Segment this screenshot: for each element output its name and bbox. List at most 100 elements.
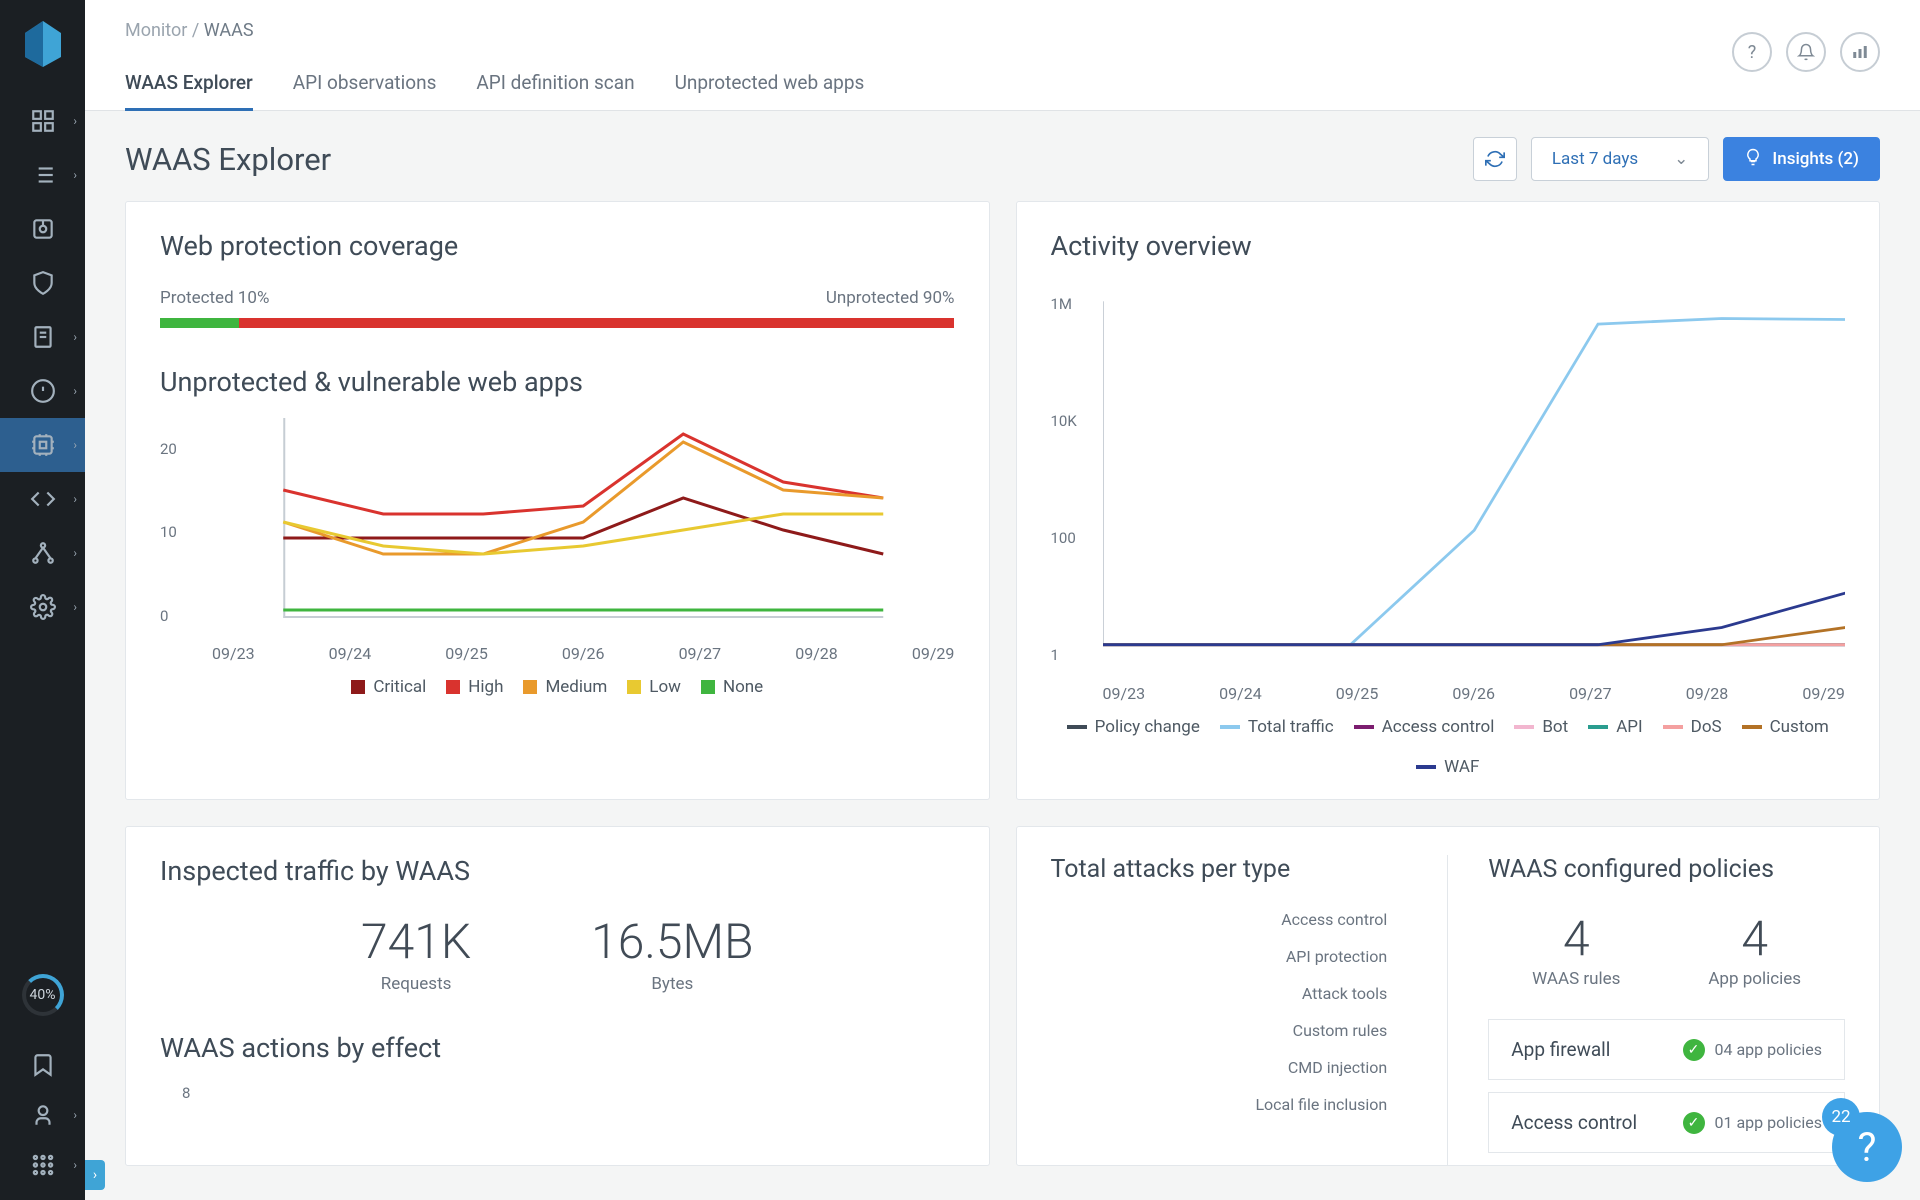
analytics-button[interactable] [1840,32,1880,72]
list-nav[interactable]: › [0,148,85,202]
check-icon: ✓ [1683,1039,1705,1061]
requests-label: Requests [361,974,471,994]
coverage-bar[interactable] [160,318,955,328]
legend-item[interactable]: None [701,677,763,697]
refresh-button[interactable] [1473,137,1517,181]
vuln-title: Unprotected & vulnerable web apps [160,366,955,398]
legend-item[interactable]: Critical [351,677,426,697]
policy-name: Access control [1511,1111,1637,1134]
legend-item[interactable]: Total traffic [1220,717,1334,737]
chevron-right-icon: › [73,168,77,182]
breadcrumb: Monitor / WAAS [125,20,1880,41]
policy-row[interactable]: App firewall ✓04 app policies [1488,1019,1845,1080]
compliance-nav[interactable]: › [0,310,85,364]
breadcrumb-current: WAAS [204,20,254,41]
activity-overview-card: Activity overview 1M 10K 100 1 09/2309/2… [1016,201,1881,800]
shield-icon [30,270,56,296]
help-button[interactable]: ? [1732,32,1772,72]
tab-api observations[interactable]: API observations [293,59,437,110]
x-tick: 09/29 [912,644,955,663]
legend-item[interactable]: WAF [1416,757,1479,777]
attack-category: CMD injection [1051,1058,1388,1077]
alert-nav[interactable]: › [0,364,85,418]
chevron-right-icon: › [73,600,77,614]
network-nav[interactable]: › [0,526,85,580]
insights-button[interactable]: Insights (2) [1723,137,1880,181]
chevron-right-icon: › [73,384,77,398]
chevron-right-icon: › [73,438,77,452]
activity-chart[interactable] [1103,288,1846,658]
code-icon [30,486,56,512]
legend-item[interactable]: Medium [523,677,607,697]
requests-count: 741K [361,913,471,970]
web-protection-card: Web protection coverage Protected 10% Un… [125,201,990,800]
card-title: Inspected traffic by WAAS [160,855,955,887]
legend-item[interactable]: Bot [1514,717,1568,737]
protected-label: Protected 10% [160,288,269,308]
runtime-nav[interactable]: › [0,418,85,472]
x-tick: 09/28 [1686,684,1729,703]
legend-item[interactable]: Custom [1742,717,1829,737]
shield-nav[interactable] [0,256,85,310]
legend-item[interactable]: Policy change [1067,717,1200,737]
check-icon: ✓ [1683,1112,1705,1134]
user-icon [30,1102,56,1128]
card-title: Web protection coverage [160,230,955,262]
logo[interactable] [21,14,65,74]
legend-item[interactable]: DoS [1663,717,1722,737]
vuln-chart[interactable] [212,418,955,618]
x-tick: 09/26 [562,644,605,663]
tab-waas explorer[interactable]: WAAS Explorer [125,59,253,110]
attack-category: Access control [1051,910,1388,929]
attack-category: Attack tools [1051,984,1388,1003]
legend-item[interactable]: High [446,677,503,697]
gear-icon [30,594,56,620]
page-title: WAAS Explorer [125,141,331,178]
policy-row[interactable]: Access control ✓ 01 app policies [1488,1092,1845,1153]
time-range-dropdown[interactable]: Last 7 days ⌄ [1531,137,1710,181]
x-tick: 09/25 [445,644,488,663]
card-title: Activity overview [1051,230,1846,262]
chevron-right-icon: › [73,1108,77,1122]
legend-item[interactable]: API [1588,717,1642,737]
dashboard-nav[interactable]: › [0,94,85,148]
notification-count-badge[interactable]: 22 [1822,1098,1860,1136]
user-nav[interactable]: › [0,1090,85,1140]
chevron-right-icon: › [73,330,77,344]
x-tick: 09/29 [1802,684,1845,703]
progress-ring[interactable]: 40% [22,974,64,1016]
policies-title: WAAS configured policies [1488,855,1845,884]
chevron-right-icon: › [73,546,77,560]
attacks-policies-card: Total attacks per type Access controlAPI… [1016,826,1881,1166]
inspected-traffic-card: Inspected traffic by WAAS 741K Requests … [125,826,990,1166]
attacks-title: Total attacks per type [1051,855,1408,884]
topbar: Monitor / WAAS WAAS Explorer API observat… [85,0,1920,111]
x-tick: 09/25 [1336,684,1379,703]
tab-unprotected web apps[interactable]: Unprotected web apps [675,59,865,110]
x-tick: 09/23 [212,644,255,663]
gear-nav[interactable]: › [0,580,85,634]
radar-nav[interactable] [0,202,85,256]
rules-count: 4 [1532,910,1620,967]
apps-label: App policies [1708,969,1801,989]
attack-category: Local file inclusion [1051,1095,1388,1114]
bytes-label: Bytes [591,974,753,994]
bytes-count: 16.5MB [591,913,753,970]
breadcrumb-parent[interactable]: Monitor [125,20,187,41]
bookmark-icon [30,1052,56,1078]
x-tick: 09/28 [795,644,838,663]
apps-count: 4 [1708,910,1801,967]
notifications-button[interactable] [1786,32,1826,72]
policy-count: 01 app policies [1715,1113,1823,1132]
apps-nav[interactable]: › [0,1140,85,1190]
unprotected-label: Unprotected 90% [826,288,955,308]
legend-item[interactable]: Access control [1354,717,1495,737]
x-tick: 09/27 [1569,684,1612,703]
bookmark-nav[interactable] [0,1040,85,1090]
tab-api definition scan[interactable]: API definition scan [476,59,634,110]
x-tick: 09/24 [329,644,372,663]
legend-item[interactable]: Low [627,677,681,697]
policy-count: 04 app policies [1715,1040,1823,1059]
code-nav[interactable]: › [0,472,85,526]
x-tick: 09/24 [1219,684,1262,703]
